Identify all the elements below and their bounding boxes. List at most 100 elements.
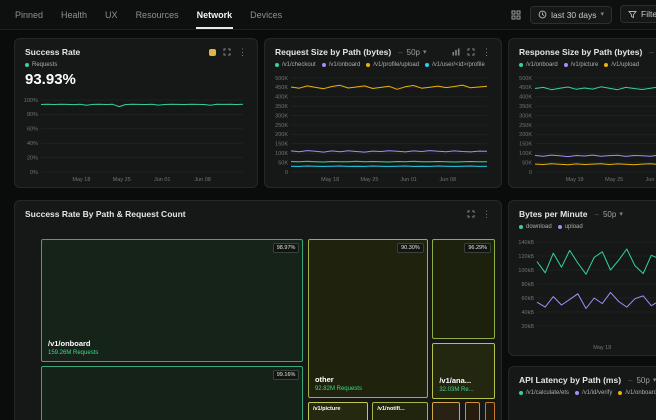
percentile-select[interactable]: 50p ▾ <box>649 48 656 57</box>
percentile-select[interactable]: 50p ▾ <box>398 48 426 57</box>
chart-type-icon[interactable] <box>452 48 460 56</box>
nav-tab-resources[interactable]: Resources <box>135 0 180 29</box>
chart-legend: /v1/calculate/ets/v1/id/verify/v1/onboar… <box>509 387 656 396</box>
card-title: Request Size by Path (bytes) <box>275 47 391 57</box>
response-size-chart: 500K450K400K350K300K250K200K150K100K50K0… <box>513 73 656 183</box>
legend-item[interactable]: /v1/onboard <box>322 62 361 68</box>
kebab-menu-icon[interactable]: ⋮ <box>482 48 491 57</box>
treemap-node-label: /v1/notifi... <box>377 406 404 412</box>
treemap-node-label: /v1/onboard <box>48 339 98 348</box>
svg-text:Jun 08: Jun 08 <box>194 177 211 183</box>
legend-item[interactable]: /v1/calculate/ets <box>519 390 569 396</box>
legend-label: /v1/calculate/ets <box>526 390 569 396</box>
legend-item[interactable]: /v1/id/verify <box>575 390 612 396</box>
svg-text:20%: 20% <box>27 155 38 161</box>
svg-text:40kB: 40kB <box>521 310 534 316</box>
svg-text:60%: 60% <box>27 127 38 133</box>
legend-item[interactable]: Requests <box>25 62 57 68</box>
svg-text:May 25: May 25 <box>360 177 378 183</box>
card-header: Success Rate ⋮ <box>15 39 257 59</box>
bytes-per-minute-card: Bytes per Minute 50p ▾ ⋮ downloadupload … <box>508 200 656 356</box>
svg-text:0: 0 <box>285 170 288 176</box>
treemap-node[interactable]: /v1/picture <box>308 402 368 420</box>
treemap-node-text: /v1/notifi... <box>377 406 404 412</box>
treemap-node[interactable]: 90.30%other92.82M Requests <box>308 239 428 398</box>
legend-item[interactable]: upload <box>558 224 583 230</box>
svg-text:0%: 0% <box>30 170 38 176</box>
svg-text:500K: 500K <box>275 76 288 82</box>
svg-text:100K: 100K <box>275 151 288 157</box>
legend-item[interactable]: /v1/user/<id>/profile <box>425 62 485 68</box>
percentile-select[interactable]: 50p ▾ <box>595 210 623 219</box>
treemap-node[interactable]: 98.97%/v1/onboard159.26M Requests <box>41 239 303 362</box>
treemap-node[interactable] <box>485 402 495 420</box>
svg-text:May 25: May 25 <box>605 177 623 183</box>
svg-text:450K: 450K <box>275 85 288 91</box>
time-range-select[interactable]: last 30 days ▾ <box>530 6 612 24</box>
expand-icon[interactable] <box>467 210 475 218</box>
chart-legend: download upload <box>509 221 656 230</box>
navbar-controls: last 30 days ▾ <box>511 6 612 24</box>
percentile-select[interactable]: 50p ▾ <box>628 376 656 385</box>
svg-text:Jun 08: Jun 08 <box>440 177 457 183</box>
filter-button[interactable]: Filter/Config <box>620 5 656 23</box>
svg-text:Jun 01: Jun 01 <box>646 177 656 183</box>
svg-text:80kB: 80kB <box>521 282 534 288</box>
svg-text:20kB: 20kB <box>521 324 534 330</box>
nav-tab-network[interactable]: Network <box>196 0 234 29</box>
legend-item[interactable]: /v1/checkout <box>275 62 316 68</box>
legend-dot <box>604 63 608 67</box>
chevron-down-icon: ▾ <box>600 11 604 18</box>
treemap-node[interactable]: 96.29% <box>432 239 495 339</box>
svg-text:400K: 400K <box>519 95 532 101</box>
svg-text:100K: 100K <box>519 151 532 157</box>
api-latency-card: API Latency by Path (ms) 50p ▾ ⋮ /v1/cal… <box>508 366 656 420</box>
svg-text:50K: 50K <box>278 160 288 166</box>
svg-text:200K: 200K <box>519 132 532 138</box>
legend-item[interactable]: /v1/picture <box>564 62 599 68</box>
treemap-node[interactable] <box>465 402 480 420</box>
svg-text:100%: 100% <box>24 98 38 104</box>
legend-label: /v1/upload <box>611 62 639 68</box>
treemap-node[interactable]: /v1/ana...32.03M Re... <box>432 343 495 399</box>
expand-icon[interactable] <box>467 48 475 56</box>
top-navbar: Pinned Health UX Resources Network Devices la… <box>0 0 656 30</box>
legend-dot <box>519 63 523 67</box>
svg-text:400K: 400K <box>275 95 288 101</box>
legend-label: /v1/onboard <box>625 390 656 396</box>
nav-tab-devices[interactable]: Devices <box>249 0 283 29</box>
legend-dot <box>618 391 622 395</box>
percentile-value: 50p <box>603 210 616 219</box>
kebab-menu-icon[interactable]: ⋮ <box>238 48 247 57</box>
success-rate-treemap-card: Success Rate By Path & Request Count ⋮ 9… <box>14 200 502 420</box>
treemap-node[interactable]: /v1/notifi... <box>372 402 427 420</box>
alert-indicator-icon[interactable] <box>209 49 216 56</box>
card-header: API Latency by Path (ms) 50p ▾ ⋮ <box>509 367 656 387</box>
success-rate-chart: 100%80%60%40%20%0%May 18May 25Jun 01Jun … <box>19 95 249 183</box>
legend-dot <box>519 225 523 229</box>
legend-label: /v1/onboard <box>526 62 558 68</box>
legend-label: /v1/onboard <box>329 62 361 68</box>
legend-dot <box>366 63 370 67</box>
request-size-chart: 500K450K400K350K300K250K200K150K100K50K0… <box>269 73 493 183</box>
legend-item[interactable]: /v1/upload <box>604 62 639 68</box>
treemap: 98.97%/v1/onboard159.26M Requests99.16%9… <box>41 239 495 420</box>
apps-grid-icon[interactable] <box>511 10 521 20</box>
legend-item[interactable]: download <box>519 224 552 230</box>
legend-item[interactable]: /v1/onboard <box>519 62 558 68</box>
chevron-down-icon: ▾ <box>423 49 427 56</box>
nav-tab-health[interactable]: Health <box>60 0 88 29</box>
legend-item[interactable]: /v1/profile/upload <box>366 62 419 68</box>
nav-tab-pinned[interactable]: Pinned <box>14 0 44 29</box>
kebab-menu-icon[interactable]: ⋮ <box>482 210 491 219</box>
nav-tab-ux[interactable]: UX <box>104 0 119 29</box>
legend-item[interactable]: /v1/onboard <box>618 390 656 396</box>
card-header: Request Size by Path (bytes) 50p ▾ ⋮ <box>265 39 501 59</box>
treemap-node[interactable]: 99.16% <box>41 366 303 420</box>
expand-icon[interactable] <box>223 48 231 56</box>
legend-label: /v1/profile/upload <box>373 62 419 68</box>
treemap-node[interactable] <box>432 402 460 420</box>
svg-text:250K: 250K <box>519 123 532 129</box>
success-rate-badge: 96.29% <box>464 243 491 253</box>
legend-label: Requests <box>32 62 57 68</box>
